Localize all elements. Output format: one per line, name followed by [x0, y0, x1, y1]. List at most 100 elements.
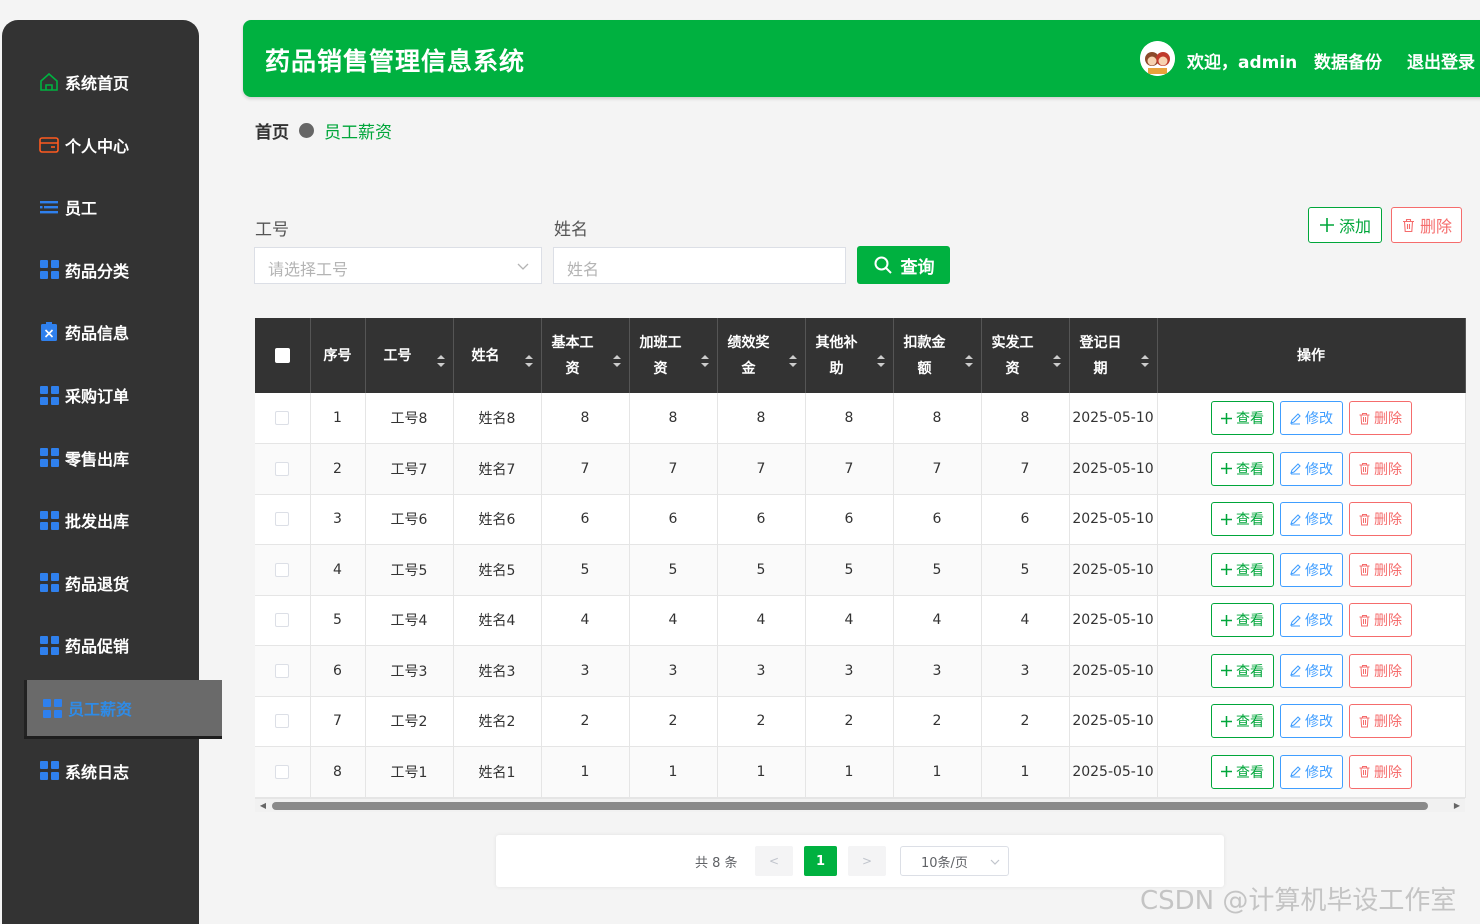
delete-button[interactable]: 删除: [1348, 502, 1412, 537]
row-checkbox[interactable]: [275, 461, 290, 476]
row-checkbox[interactable]: [275, 613, 290, 628]
sidebar-item-3[interactable]: 员工: [2, 187, 199, 227]
sidebar-item-2[interactable]: 个人中心: [2, 125, 199, 165]
app-title: 药品销售管理信息系统: [265, 47, 526, 76]
row-checkbox[interactable]: [275, 512, 290, 527]
column-header-4[interactable]: 基本工资: [541, 318, 630, 393]
row-checkbox[interactable]: [275, 562, 290, 577]
sidebar-item-12[interactable]: 系统日志: [2, 751, 199, 791]
column-header-6[interactable]: 绩效奖金: [717, 318, 806, 393]
column-header-3[interactable]: 姓名: [453, 318, 542, 393]
delete-button[interactable]: 删除: [1348, 401, 1412, 435]
view-button[interactable]: 查看: [1210, 502, 1274, 537]
scroll-right-icon[interactable]: ▶: [1452, 801, 1462, 811]
view-button[interactable]: 查看: [1210, 603, 1274, 638]
query-button[interactable]: 查询: [857, 246, 950, 284]
column-header-8[interactable]: 扣款金额: [893, 318, 982, 393]
column-header-7[interactable]: 其他补助: [805, 318, 894, 393]
view-button[interactable]: 查看: [1210, 704, 1274, 739]
prev-page-button[interactable]: <: [755, 846, 793, 876]
page-size-select[interactable]: 10条/页: [900, 846, 1009, 876]
column-header-2[interactable]: 工号: [365, 318, 454, 393]
row-actions-cell: 查看 修改 删除: [1157, 393, 1466, 444]
view-button[interactable]: 查看: [1210, 754, 1274, 789]
delete-button[interactable]: 删除: [1348, 603, 1412, 638]
edit-button-label: 修改: [1305, 663, 1333, 680]
view-button[interactable]: 查看: [1210, 653, 1274, 688]
table-cell: 2025-05-10: [1069, 645, 1158, 697]
column-header-10[interactable]: 登记日期: [1069, 318, 1158, 393]
table-row: 2 工号7 姓名7 7 7 7 7 7 7 2025-05-10 查看 修改 删除: [255, 443, 1466, 495]
row-checkbox[interactable]: [275, 714, 290, 729]
view-button[interactable]: 查看: [1210, 401, 1274, 435]
edit-button[interactable]: 修改: [1279, 653, 1343, 688]
sort-icon[interactable]: [1049, 348, 1061, 374]
column-header-9[interactable]: 实发工资: [981, 318, 1070, 393]
sidebar-item-10[interactable]: 药品促销: [2, 625, 199, 665]
delete-button[interactable]: 删除: [1348, 653, 1412, 688]
sort-icon[interactable]: [961, 348, 973, 374]
sidebar-item-11[interactable]: 员工薪资: [24, 680, 222, 736]
table-cell: 7: [805, 443, 894, 495]
plus-icon: [1221, 766, 1232, 778]
delete-button[interactable]: 删除: [1348, 552, 1412, 587]
backup-link[interactable]: 数据备份: [1314, 48, 1382, 73]
sidebar-item-5[interactable]: 药品信息: [2, 312, 199, 352]
breadcrumb-home[interactable]: 首页: [255, 118, 289, 143]
column-header-label: 实发工: [991, 334, 1034, 351]
logout-link[interactable]: 退出登录: [1407, 48, 1475, 73]
emp-no-select[interactable]: 请选择工号: [254, 247, 542, 284]
edit-button[interactable]: 修改: [1279, 502, 1343, 537]
view-button[interactable]: 查看: [1210, 552, 1274, 587]
horizontal-scrollbar[interactable]: ◀ ▶: [255, 798, 1465, 812]
column-header-label: 登记日: [1079, 334, 1122, 351]
sort-icon[interactable]: [697, 348, 709, 374]
sort-icon[interactable]: [1137, 348, 1149, 374]
scroll-left-icon[interactable]: ◀: [258, 801, 268, 811]
row-checkbox[interactable]: [275, 764, 290, 779]
next-page-button[interactable]: >: [848, 846, 886, 876]
scrollbar-thumb[interactable]: [272, 802, 1428, 810]
avatar[interactable]: [1140, 41, 1175, 76]
row-actions-cell: 查看 修改 删除: [1157, 746, 1466, 798]
sidebar-item-9[interactable]: 药品退货: [2, 563, 199, 603]
table-cell: 7: [310, 696, 366, 747]
sidebar-item-6[interactable]: 采购订单: [2, 375, 199, 415]
name-input[interactable]: 姓名: [553, 247, 846, 284]
sort-icon[interactable]: [433, 348, 445, 374]
sidebar-item-8[interactable]: 批发出库: [2, 500, 199, 540]
table-cell: 8: [805, 393, 894, 444]
column-header-5[interactable]: 加班工资: [629, 318, 718, 393]
edit-button[interactable]: 修改: [1279, 401, 1343, 435]
sidebar-item-1[interactable]: 系统首页: [2, 62, 199, 102]
delete-button[interactable]: 删除: [1348, 451, 1412, 486]
view-button[interactable]: 查看: [1210, 451, 1274, 486]
column-header-label-line2: 资: [565, 360, 580, 377]
sort-icon[interactable]: [609, 348, 621, 374]
row-checkbox[interactable]: [275, 663, 290, 678]
add-button[interactable]: 添加: [1308, 207, 1382, 243]
batch-delete-button[interactable]: 删除: [1391, 207, 1462, 243]
plus-icon: [1221, 614, 1232, 626]
edit-button[interactable]: 修改: [1279, 451, 1343, 486]
trash-icon: [1359, 463, 1370, 475]
table-row: 4 工号5 姓名5 5 5 5 5 5 5 2025-05-10 查看 修改 删除: [255, 544, 1466, 596]
delete-button[interactable]: 删除: [1348, 754, 1412, 789]
edit-button[interactable]: 修改: [1279, 704, 1343, 739]
delete-button[interactable]: 删除: [1348, 704, 1412, 739]
sort-icon[interactable]: [873, 348, 885, 374]
sort-icon[interactable]: [785, 348, 797, 374]
table-cell: 3: [717, 645, 806, 697]
edit-button[interactable]: 修改: [1279, 603, 1343, 638]
sidebar-item-7[interactable]: 零售出库: [2, 438, 199, 478]
edit-button[interactable]: 修改: [1279, 754, 1343, 789]
page-number-button[interactable]: 1: [804, 846, 837, 876]
sidebar-item-4[interactable]: 药品分类: [2, 250, 199, 290]
search-icon: [874, 256, 892, 274]
grid-icon: [38, 634, 60, 656]
select-all-checkbox[interactable]: [274, 348, 290, 363]
edit-icon: [1290, 412, 1301, 425]
sort-icon[interactable]: [521, 348, 533, 374]
edit-button[interactable]: 修改: [1279, 552, 1343, 587]
row-checkbox[interactable]: [275, 411, 290, 425]
